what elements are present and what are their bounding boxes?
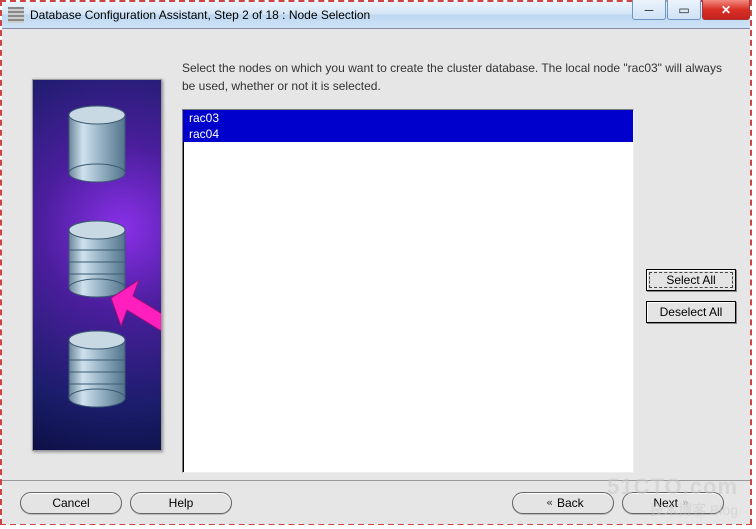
minimize-button[interactable]: ─ [632, 0, 666, 20]
window-frame: Database Configuration Assistant, Step 2… [0, 0, 752, 525]
selection-buttons: Select All Deselect All [646, 269, 736, 333]
instruction-text: Select the nodes on which you want to cr… [182, 59, 722, 95]
help-button[interactable]: Help [130, 492, 232, 514]
wizard-footer: Cancel Help « Back Next » [2, 480, 750, 524]
next-button[interactable]: Next » [622, 492, 724, 514]
content-area: Select the nodes on which you want to cr… [2, 29, 750, 476]
chevron-left-icon: « [546, 496, 553, 509]
select-all-button[interactable]: Select All [646, 269, 736, 291]
titlebar[interactable]: Database Configuration Assistant, Step 2… [2, 2, 750, 29]
wizard-graphic [32, 79, 162, 451]
main-panel: Select the nodes on which you want to cr… [182, 29, 750, 476]
database-cylinder-icon [67, 105, 127, 185]
back-label: Back [557, 496, 584, 510]
node-list[interactable]: rac03 rac04 [182, 109, 634, 473]
list-item[interactable]: rac04 [183, 126, 633, 142]
window-controls: ─ ▭ ✕ [631, 0, 750, 20]
back-button[interactable]: « Back [512, 492, 614, 514]
chevron-right-icon: » [682, 496, 689, 509]
close-button[interactable]: ✕ [702, 0, 750, 20]
deselect-all-button[interactable]: Deselect All [646, 301, 736, 323]
window-title: Database Configuration Assistant, Step 2… [30, 8, 370, 22]
app-icon [8, 7, 24, 23]
maximize-button[interactable]: ▭ [667, 0, 701, 20]
next-label: Next [653, 496, 678, 510]
list-item[interactable]: rac03 [183, 110, 633, 126]
cancel-button[interactable]: Cancel [20, 492, 122, 514]
dialog-body: Select the nodes on which you want to cr… [2, 29, 750, 524]
